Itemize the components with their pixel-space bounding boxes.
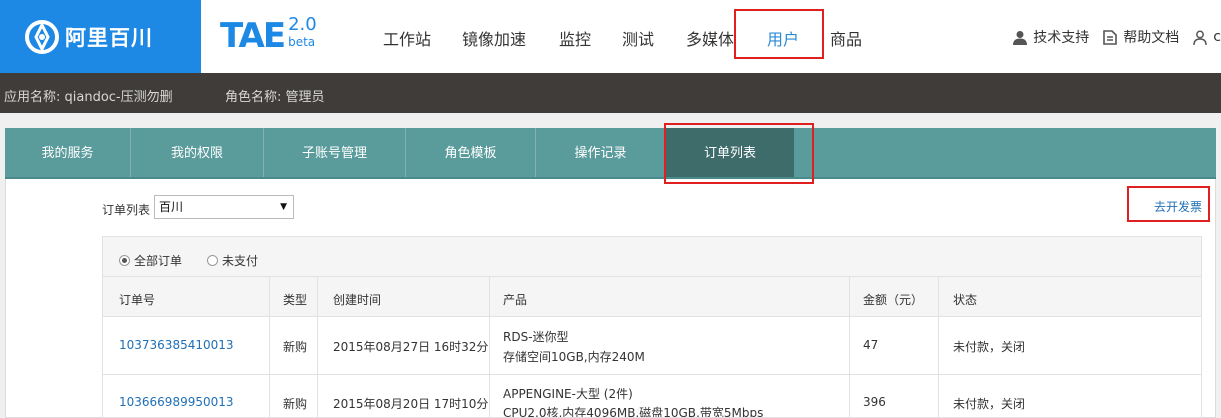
account-menu-overflow: c (1213, 29, 1221, 45)
nav-image-acceleration[interactable]: 镜像加速 (462, 26, 526, 50)
orders-table: 全部订单 未支付 订单号 类型 创建时间 产品 金额（元） 状态 1037363… (102, 236, 1202, 418)
app-name-label: 应用名称: qiandoc-压测勿删 (4, 90, 173, 105)
tab-subaccount-management[interactable]: 子账号管理 (264, 128, 406, 177)
nav-products[interactable]: 商品 (830, 26, 862, 50)
tab-my-services[interactable]: 我的服务 (5, 128, 131, 177)
col-order-id: 订单号 (119, 293, 156, 307)
nav-workstation[interactable]: 工作站 (383, 26, 431, 50)
highlight-box-order-tab (664, 123, 814, 184)
order-created-time: 2015年08月20日 17时10分 (333, 397, 489, 411)
top-header: 阿里百川 TAE 2.0 beta 工作站 镜像加速 监控 测试 多媒体 用户 … (0, 0, 1221, 73)
order-type: 新购 (283, 340, 308, 354)
col-product: 产品 (503, 293, 528, 307)
highlight-box-users-nav (734, 9, 824, 59)
nav-monitoring[interactable]: 监控 (559, 26, 591, 50)
order-status: 未付款，关闭 (953, 397, 1026, 411)
baichuan-logo-icon (25, 19, 59, 54)
order-id-link[interactable]: 103736385410013 (119, 338, 234, 352)
radio-all-orders[interactable]: 全部订单 (119, 252, 182, 269)
radio-unpaid-orders[interactable]: 未支付 (207, 252, 258, 269)
tab-bar: 我的服务 我的权限 子账号管理 角色模板 操作记录 订单列表 (5, 128, 1216, 179)
nav-multimedia[interactable]: 多媒体 (686, 26, 734, 50)
col-status: 状态 (953, 293, 978, 307)
product-tag: beta (288, 35, 316, 49)
product-name: TAE (220, 16, 286, 56)
tab-operation-records[interactable]: 操作记录 (536, 128, 666, 177)
nav-testing[interactable]: 测试 (622, 26, 654, 50)
tech-support-link[interactable]: 技术支持 (1013, 27, 1089, 47)
user-icon (1193, 30, 1208, 45)
order-created-time: 2015年08月27日 16时32分 (333, 340, 489, 354)
order-product-spec: CPU2.0核,内存4096MB,磁盘10GB,带宽5Mbps (503, 406, 764, 418)
header-links: 技术支持 帮助文档 c (999, 27, 1221, 47)
order-amount: 47 (863, 338, 879, 352)
tab-role-templates[interactable]: 角色模板 (406, 128, 536, 177)
col-type: 类型 (283, 293, 308, 307)
tab-my-permissions[interactable]: 我的权限 (131, 128, 264, 177)
order-filter-radios: 全部订单 未支付 (103, 237, 1201, 277)
order-status: 未付款，关闭 (953, 340, 1026, 354)
document-icon (1103, 29, 1118, 45)
table-header: 订单号 类型 创建时间 产品 金额（元） 状态 (103, 277, 1201, 317)
user-support-icon (1013, 30, 1028, 45)
order-product-spec: 存储空间10GB,内存240M (503, 350, 645, 364)
order-amount: 396 (863, 395, 886, 409)
dropdown-arrow-icon: ▼ (280, 202, 287, 212)
order-type: 新购 (283, 397, 308, 411)
col-created-time: 创建时间 (333, 293, 382, 307)
brand-logo-block[interactable]: 阿里百川 (0, 0, 201, 73)
order-product-name: RDS-迷你型 (503, 330, 569, 344)
app-info-bar: 应用名称: qiandoc-压测勿删 角色名称: 管理员 (0, 73, 1221, 113)
col-amount: 金额（元） (863, 293, 924, 307)
order-source-select[interactable]: 百川 ▼ (154, 195, 294, 219)
help-docs-link[interactable]: 帮助文档 (1103, 27, 1179, 47)
radio-checked-icon (119, 255, 130, 266)
tae-product-logo[interactable]: TAE 2.0 beta (220, 14, 317, 57)
order-product-name: APPENGINE-大型 (2件) (503, 387, 633, 401)
role-name-label: 角色名称: 管理员 (225, 90, 325, 105)
brand-name: 阿里百川 (65, 25, 153, 50)
account-menu[interactable]: c (1193, 29, 1221, 45)
radio-unchecked-icon (207, 255, 218, 266)
order-list-filter-label: 订单列表 (102, 203, 151, 217)
product-version: 2.0 (288, 14, 317, 35)
highlight-box-invoice (1127, 186, 1210, 222)
order-id-link[interactable]: 103666989950013 (119, 395, 234, 409)
